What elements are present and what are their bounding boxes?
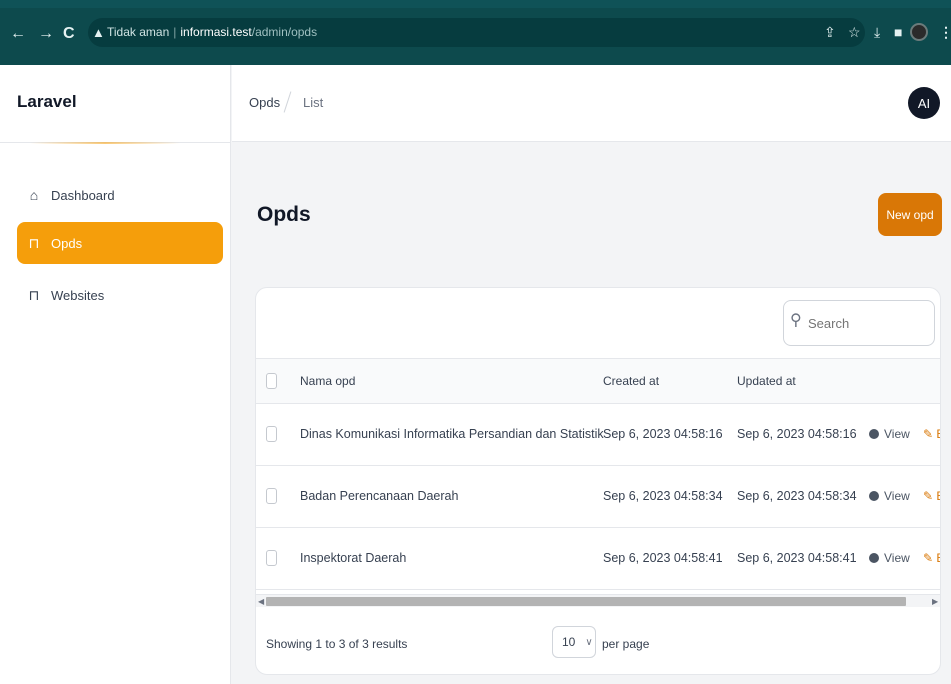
breadcrumb-list: List: [303, 95, 324, 110]
view-label: View: [884, 551, 910, 565]
table-row[interactable]: Badan Perencanaan Daerah Sep 6, 2023 04:…: [256, 466, 940, 528]
search-box[interactable]: ⚲: [783, 300, 935, 346]
view-label: View: [884, 489, 910, 503]
top-header: Opds List AI: [232, 65, 951, 142]
search-input[interactable]: [808, 316, 918, 331]
menu-dots-icon[interactable]: ⋮: [939, 25, 951, 39]
sidebar: Laravel ⌂ Dashboard ⊓ Opds ⊓ Websites: [0, 65, 231, 684]
column-header-nama-opd[interactable]: Nama opd: [300, 374, 355, 388]
scroll-right-icon[interactable]: ▶: [932, 595, 938, 608]
eye-icon: [869, 491, 879, 501]
created-at-cell: Sep 6, 2023 04:58:34: [603, 489, 723, 503]
divider-accent: [30, 142, 180, 144]
view-label: View: [884, 427, 910, 441]
sidebar-item-label: Dashboard: [51, 187, 115, 203]
column-header-created-at[interactable]: Created at: [603, 374, 659, 388]
edit-action[interactable]: ✎ E: [923, 489, 940, 503]
select-all-checkbox[interactable]: [266, 373, 277, 389]
row-checkbox[interactable]: [266, 426, 277, 442]
browser-tab-strip: [0, 0, 951, 8]
eye-icon: [869, 429, 879, 439]
home-icon: ⌂: [29, 187, 39, 203]
url-host: informasi.test: [180, 25, 252, 39]
row-checkbox[interactable]: [266, 550, 277, 566]
pencil-icon: ✎: [923, 551, 934, 565]
created-at-cell: Sep 6, 2023 04:58:16: [603, 427, 723, 441]
page-title: Opds: [257, 203, 311, 226]
chevron-down-icon: ∨: [585, 636, 593, 648]
sidepanel-icon[interactable]: ■: [894, 25, 902, 39]
table-header: Nama opd Created at Updated at: [256, 358, 940, 404]
opd-name-cell: Inspektorat Daerah: [300, 551, 407, 565]
eye-icon: [869, 553, 879, 563]
star-icon[interactable]: ☆: [848, 25, 861, 39]
download-icon[interactable]: ⤓: [874, 25, 880, 39]
updated-at-cell: Sep 6, 2023 04:58:41: [737, 551, 857, 565]
new-opd-button[interactable]: New opd: [878, 193, 942, 236]
url-display[interactable]: Tidak aman | informasi.test/admin/opds: [107, 25, 317, 39]
share-icon[interactable]: ⇪: [824, 25, 836, 39]
url-path: /admin/opds: [251, 25, 318, 39]
reload-icon[interactable]: C: [63, 26, 75, 42]
back-arrow-icon[interactable]: ←: [10, 26, 26, 42]
per-page-value: 10: [562, 635, 576, 649]
per-page-label: per page: [602, 637, 650, 651]
updated-at-cell: Sep 6, 2023 04:58:34: [737, 489, 857, 503]
pagination-summary: Showing 1 to 3 of 3 results: [266, 637, 408, 651]
view-action[interactable]: View: [869, 489, 910, 503]
opd-name-cell: Dinas Komunikasi Informatika Persandian …: [300, 427, 604, 441]
scrollbar-thumb[interactable]: [266, 597, 906, 606]
opd-name-cell: Badan Perencanaan Daerah: [300, 489, 459, 503]
user-avatar[interactable]: AI: [908, 87, 940, 119]
warning-icon[interactable]: ▲: [92, 25, 105, 40]
security-label: Tidak aman: [107, 25, 170, 39]
view-action[interactable]: View: [869, 427, 910, 441]
table-row[interactable]: Dinas Komunikasi Informatika Persandian …: [256, 404, 940, 466]
created-at-cell: Sep 6, 2023 04:58:41: [603, 551, 723, 565]
sidebar-item-dashboard[interactable]: ⌂ Dashboard: [17, 174, 223, 216]
jar-icon: ⊓: [28, 234, 40, 251]
forward-arrow-icon[interactable]: →: [38, 26, 54, 42]
sidebar-item-label: Websites: [51, 287, 105, 303]
edit-label: E: [936, 551, 940, 565]
edit-action[interactable]: ✎ E: [923, 427, 940, 441]
table-card: ⚲ Nama opd Created at Updated at Dinas K…: [255, 287, 941, 675]
jar-icon: ⊓: [28, 286, 40, 303]
brand-name: Laravel: [17, 92, 77, 111]
edit-label: E: [936, 489, 940, 503]
edit-action[interactable]: ✎ E: [923, 551, 940, 565]
updated-at-cell: Sep 6, 2023 04:58:16: [737, 427, 857, 441]
search-icon: ⚲: [790, 312, 802, 329]
sidebar-item-label: Opds: [51, 235, 83, 251]
pencil-icon: ✎: [923, 489, 934, 503]
breadcrumb-opds[interactable]: Opds: [249, 95, 280, 110]
horizontal-scrollbar[interactable]: ◀ ▶: [256, 594, 940, 608]
edit-label: E: [936, 427, 940, 441]
browser-toolbar: ← → C ▲ Tidak aman | informasi.test/admin/…: [0, 0, 951, 65]
per-page-select[interactable]: 10 ∨: [552, 626, 596, 658]
sidebar-item-opds[interactable]: ⊓ Opds: [17, 222, 223, 264]
breadcrumb-separator: [283, 91, 292, 113]
table-row[interactable]: Inspektorat Daerah Sep 6, 2023 04:58:41 …: [256, 528, 940, 590]
row-checkbox[interactable]: [266, 488, 277, 504]
column-header-updated-at[interactable]: Updated at: [737, 374, 796, 388]
profile-avatar-icon[interactable]: [910, 23, 928, 41]
pencil-icon: ✎: [923, 427, 934, 441]
sidebar-item-websites[interactable]: ⊓ Websites: [17, 274, 223, 316]
scroll-left-icon[interactable]: ◀: [258, 595, 264, 608]
view-action[interactable]: View: [869, 551, 910, 565]
